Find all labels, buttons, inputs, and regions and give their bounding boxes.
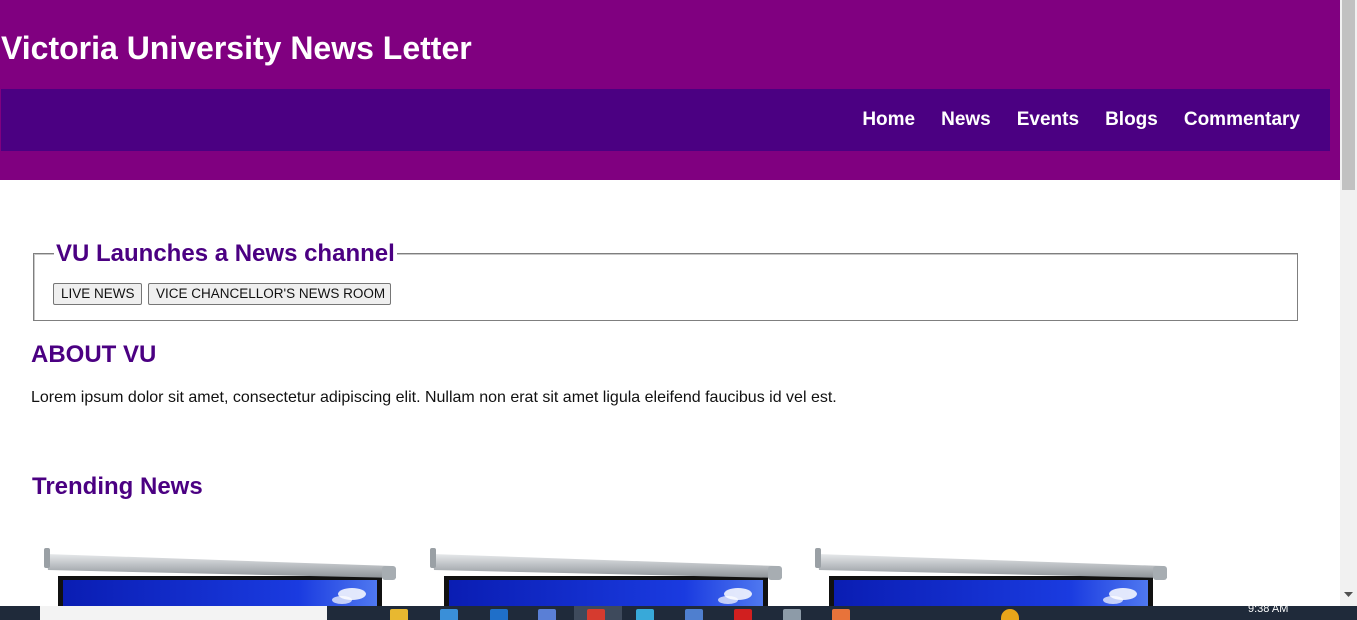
scrollbar-thumb[interactable] — [1342, 0, 1355, 190]
nav-link-events[interactable]: Events — [1017, 108, 1079, 132]
taskbar-search-box[interactable] — [40, 606, 327, 620]
nav-list: Home News Events Blogs Commentary — [836, 89, 1300, 151]
nav-link-commentary[interactable]: Commentary — [1184, 108, 1300, 132]
shield-icon[interactable] — [538, 609, 556, 620]
trending-card[interactable] — [813, 544, 1169, 606]
taskbar-clock[interactable]: 9:38 AM — [1248, 606, 1288, 616]
nav-link-home[interactable]: Home — [862, 108, 915, 132]
nav-link-news[interactable]: News — [941, 108, 991, 132]
chrome-icon[interactable] — [587, 609, 605, 620]
about-text: Lorem ipsum dolor sit amet, consectetur … — [31, 389, 837, 406]
main-nav: Home News Events Blogs Commentary — [1, 89, 1330, 151]
site-title: Victoria University News Letter — [1, 30, 472, 66]
site-header: Victoria University News Letter Home New… — [0, 0, 1340, 180]
news-channel-fieldset: VU Launches a News channel LIVE NEWS VIC… — [33, 240, 1298, 321]
trending-card[interactable] — [42, 544, 398, 606]
scroll-down-arrow-icon[interactable] — [1344, 590, 1353, 599]
vertical-scrollbar[interactable] — [1340, 0, 1357, 606]
weather-icon[interactable] — [1001, 609, 1019, 620]
edge-icon[interactable] — [490, 609, 508, 620]
nav-link-blogs[interactable]: Blogs — [1105, 108, 1158, 132]
about-heading: ABOUT VU — [31, 341, 157, 368]
office-icon[interactable] — [832, 609, 850, 620]
projector-screen-image — [430, 548, 782, 606]
projector-screen-image — [44, 548, 396, 606]
projector-screen-image — [815, 548, 1167, 606]
trending-heading: Trending News — [32, 473, 203, 500]
taskbar: 9:38 AM — [0, 606, 1357, 620]
file-explorer-icon[interactable] — [390, 609, 408, 620]
vc-news-room-button[interactable]: VICE CHANCELLOR'S NEWS ROOM — [148, 283, 391, 305]
video-icon[interactable] — [734, 609, 752, 620]
media-icon[interactable] — [636, 609, 654, 620]
store-icon[interactable] — [440, 609, 458, 620]
trending-card[interactable] — [428, 544, 784, 606]
news-channel-legend: VU Launches a News channel — [54, 240, 397, 268]
browser-viewport: Victoria University News Letter Home New… — [0, 0, 1340, 606]
notes-icon[interactable] — [783, 609, 801, 620]
live-news-button[interactable]: LIVE NEWS — [53, 283, 142, 305]
calculator-icon[interactable] — [685, 609, 703, 620]
